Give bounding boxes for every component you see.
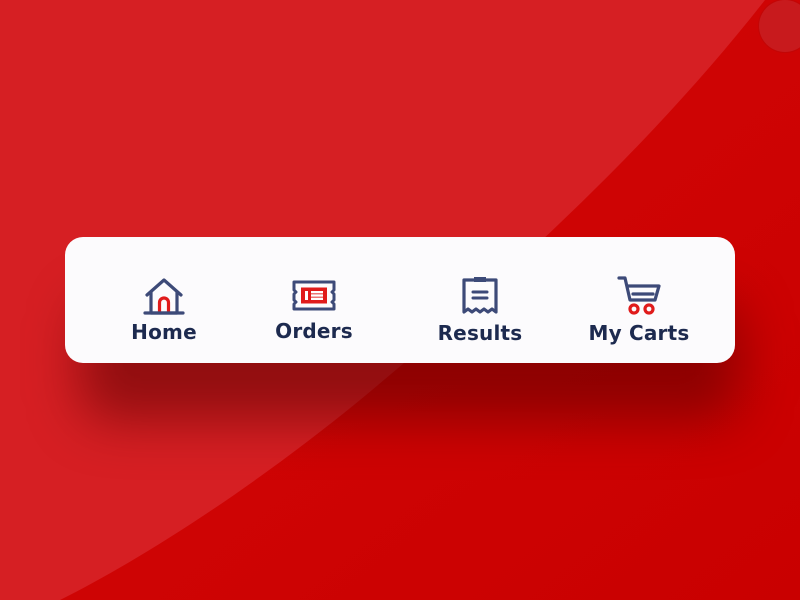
ticket-icon — [290, 273, 338, 321]
nav-item-orders[interactable]: Orders — [239, 237, 389, 363]
nav-item-home[interactable]: Home — [89, 237, 239, 363]
nav-label-results: Results — [437, 321, 523, 345]
nav-item-my-carts[interactable]: My Carts — [564, 237, 714, 363]
nav-label-my-carts: My Carts — [588, 321, 690, 345]
bottom-navigation-bar: Home Orders Results My Carts — [65, 237, 735, 363]
nav-label-home: Home — [131, 320, 197, 344]
receipt-icon — [456, 273, 504, 321]
corner-decoration — [759, 0, 800, 52]
nav-label-orders: Orders — [275, 319, 353, 343]
nav-item-results[interactable]: Results — [405, 237, 555, 363]
home-icon — [140, 273, 188, 321]
cart-icon — [615, 273, 663, 321]
